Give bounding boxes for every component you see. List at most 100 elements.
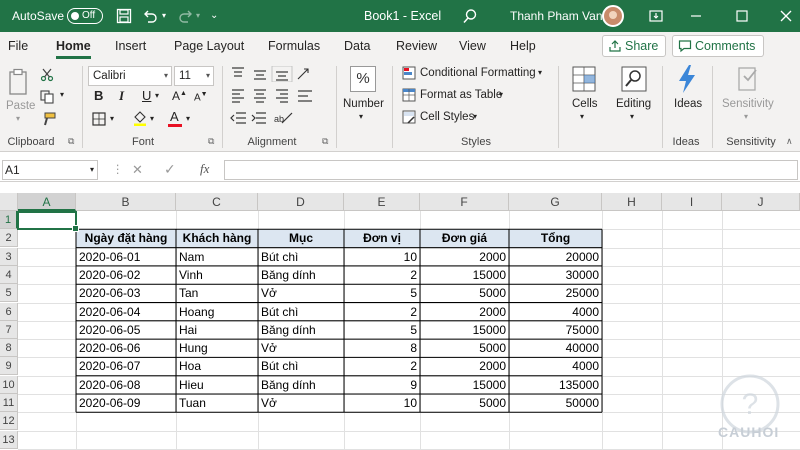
horizontal-align-icons[interactable] bbox=[230, 88, 330, 104]
row-header-6[interactable]: 6 bbox=[0, 302, 18, 321]
maximize-icon[interactable] bbox=[734, 8, 750, 24]
select-all-corner[interactable] bbox=[0, 193, 18, 211]
table-cell[interactable]: Bút chì bbox=[258, 248, 344, 266]
redo-icon[interactable] bbox=[178, 8, 194, 24]
table-cell[interactable]: 15000 bbox=[420, 376, 509, 394]
row-header-1[interactable]: 1 bbox=[0, 211, 18, 229]
row-header-13[interactable]: 13 bbox=[0, 430, 18, 449]
table-cell[interactable]: 135000 bbox=[509, 376, 602, 394]
table-cell[interactable]: Vở bbox=[258, 284, 344, 302]
table-cell[interactable]: 30000 bbox=[509, 266, 602, 284]
font-size-combo[interactable]: 11 ▾ bbox=[174, 66, 214, 86]
table-cell[interactable]: Hoang bbox=[176, 303, 258, 321]
close-icon[interactable] bbox=[778, 8, 794, 24]
minimize-icon[interactable] bbox=[688, 8, 704, 24]
user-name[interactable]: Thanh Pham Van bbox=[510, 0, 603, 32]
row-header-10[interactable]: 10 bbox=[0, 375, 18, 394]
table-cell[interactable]: Nam bbox=[176, 248, 258, 266]
column-header-j[interactable]: J bbox=[722, 193, 800, 211]
table-cell[interactable]: 2 bbox=[344, 266, 420, 284]
sensitivity-icon[interactable] bbox=[736, 66, 760, 94]
table-cell[interactable]: 2020-06-02 bbox=[76, 266, 176, 284]
table-cell[interactable]: 2000 bbox=[420, 303, 509, 321]
tab-insert[interactable]: Insert bbox=[115, 39, 146, 53]
row-header-8[interactable]: 8 bbox=[0, 339, 18, 358]
table-cell[interactable]: 2 bbox=[344, 357, 420, 375]
table-cell[interactable]: 2020-06-05 bbox=[76, 321, 176, 339]
table-cell[interactable]: Bút chì bbox=[258, 303, 344, 321]
column-header-d[interactable]: D bbox=[258, 193, 344, 211]
table-cell[interactable]: 2000 bbox=[420, 248, 509, 266]
font-launcher-icon[interactable]: ⧉ bbox=[208, 136, 214, 147]
table-cell[interactable]: 8 bbox=[344, 339, 420, 357]
table-cell[interactable]: 10 bbox=[344, 248, 420, 266]
editing-icon[interactable] bbox=[621, 66, 647, 92]
row-header-11[interactable]: 11 bbox=[0, 394, 18, 412]
sensitivity-label[interactable]: Sensitivity bbox=[722, 98, 774, 110]
table-header-cell[interactable]: Tổng bbox=[509, 229, 602, 248]
row-header-3[interactable]: 3 bbox=[0, 247, 18, 266]
copy-icon[interactable] bbox=[40, 90, 56, 104]
chevron-down-icon[interactable]: ▾ bbox=[538, 68, 542, 77]
table-cell[interactable]: 4000 bbox=[509, 357, 602, 375]
underline-dropdown-icon[interactable]: ▾ bbox=[155, 91, 159, 100]
insert-function-icon[interactable]: fx bbox=[200, 161, 209, 177]
cut-icon[interactable] bbox=[40, 68, 54, 82]
table-cell[interactable]: Hung bbox=[176, 339, 258, 357]
format-painter-icon[interactable] bbox=[40, 112, 56, 126]
vertical-align-icons[interactable] bbox=[230, 66, 312, 82]
table-cell[interactable]: Bút chì bbox=[258, 357, 344, 375]
table-cell[interactable]: 40000 bbox=[509, 339, 602, 357]
table-cell[interactable]: 2020-06-04 bbox=[76, 303, 176, 321]
table-cell[interactable]: Vở bbox=[258, 394, 344, 412]
decrease-font-icon[interactable]: A▼ bbox=[194, 91, 208, 103]
table-cell[interactable]: Hai bbox=[176, 321, 258, 339]
editing-dropdown-icon[interactable]: ▾ bbox=[630, 112, 634, 121]
cells-label[interactable]: Cells bbox=[572, 98, 598, 110]
increase-font-icon[interactable]: A▲ bbox=[172, 89, 187, 103]
fill-color-icon[interactable] bbox=[132, 110, 148, 126]
table-cell[interactable]: Băng dính bbox=[258, 376, 344, 394]
table-cell[interactable]: Vinh bbox=[176, 266, 258, 284]
column-header-e[interactable]: E bbox=[344, 193, 420, 211]
tab-page-layout[interactable]: Page Layout bbox=[174, 39, 244, 53]
column-header-g[interactable]: G bbox=[509, 193, 602, 211]
table-cell[interactable]: 5 bbox=[344, 321, 420, 339]
table-cell[interactable]: Vở bbox=[258, 339, 344, 357]
table-header-cell[interactable]: Ngày đặt hàng bbox=[76, 229, 176, 248]
conditional-formatting-button[interactable]: Conditional Formatting bbox=[420, 67, 536, 79]
ribbon-display-icon[interactable] bbox=[648, 8, 664, 24]
ideas-label[interactable]: Ideas bbox=[674, 98, 702, 110]
table-cell[interactable]: 2000 bbox=[420, 357, 509, 375]
indent-wrap-icons[interactable]: ab bbox=[230, 110, 320, 126]
table-cell[interactable]: Tuan bbox=[176, 394, 258, 412]
table-cell[interactable]: 25000 bbox=[509, 284, 602, 302]
table-cell[interactable]: 20000 bbox=[509, 248, 602, 266]
table-cell[interactable]: 2 bbox=[344, 303, 420, 321]
table-cell[interactable]: 15000 bbox=[420, 266, 509, 284]
borders-icon[interactable] bbox=[92, 112, 106, 126]
table-cell[interactable]: Băng dính bbox=[258, 266, 344, 284]
column-header-a[interactable]: A bbox=[18, 193, 76, 211]
table-cell[interactable]: 2020-06-01 bbox=[76, 248, 176, 266]
font-name-combo[interactable]: Calibri ▾ bbox=[88, 66, 172, 86]
table-cell[interactable]: 15000 bbox=[420, 321, 509, 339]
table-cell[interactable]: Hoa bbox=[176, 357, 258, 375]
tab-file[interactable]: File bbox=[8, 39, 28, 53]
table-cell[interactable]: 10 bbox=[344, 394, 420, 412]
row-header-2[interactable]: 2 bbox=[0, 229, 18, 248]
table-cell[interactable]: 2020-06-06 bbox=[76, 339, 176, 357]
cancel-icon[interactable]: ✕ bbox=[132, 162, 143, 178]
borders-dropdown-icon[interactable]: ▾ bbox=[110, 114, 114, 123]
table-cell[interactable]: 2020-06-07 bbox=[76, 357, 176, 375]
undo-icon[interactable] bbox=[142, 8, 158, 24]
conditional-formatting-icon[interactable] bbox=[402, 66, 416, 80]
table-header-cell[interactable]: Mục bbox=[258, 229, 344, 248]
underline-button[interactable]: U bbox=[142, 88, 151, 103]
table-cell[interactable]: Tan bbox=[176, 284, 258, 302]
chevron-down-icon[interactable]: ▾ bbox=[499, 90, 503, 99]
number-format-icon[interactable]: % bbox=[350, 66, 376, 92]
tab-data[interactable]: Data bbox=[344, 39, 370, 53]
enter-icon[interactable]: ✓ bbox=[164, 161, 176, 178]
name-box[interactable]: A1 ▾ bbox=[2, 160, 98, 180]
